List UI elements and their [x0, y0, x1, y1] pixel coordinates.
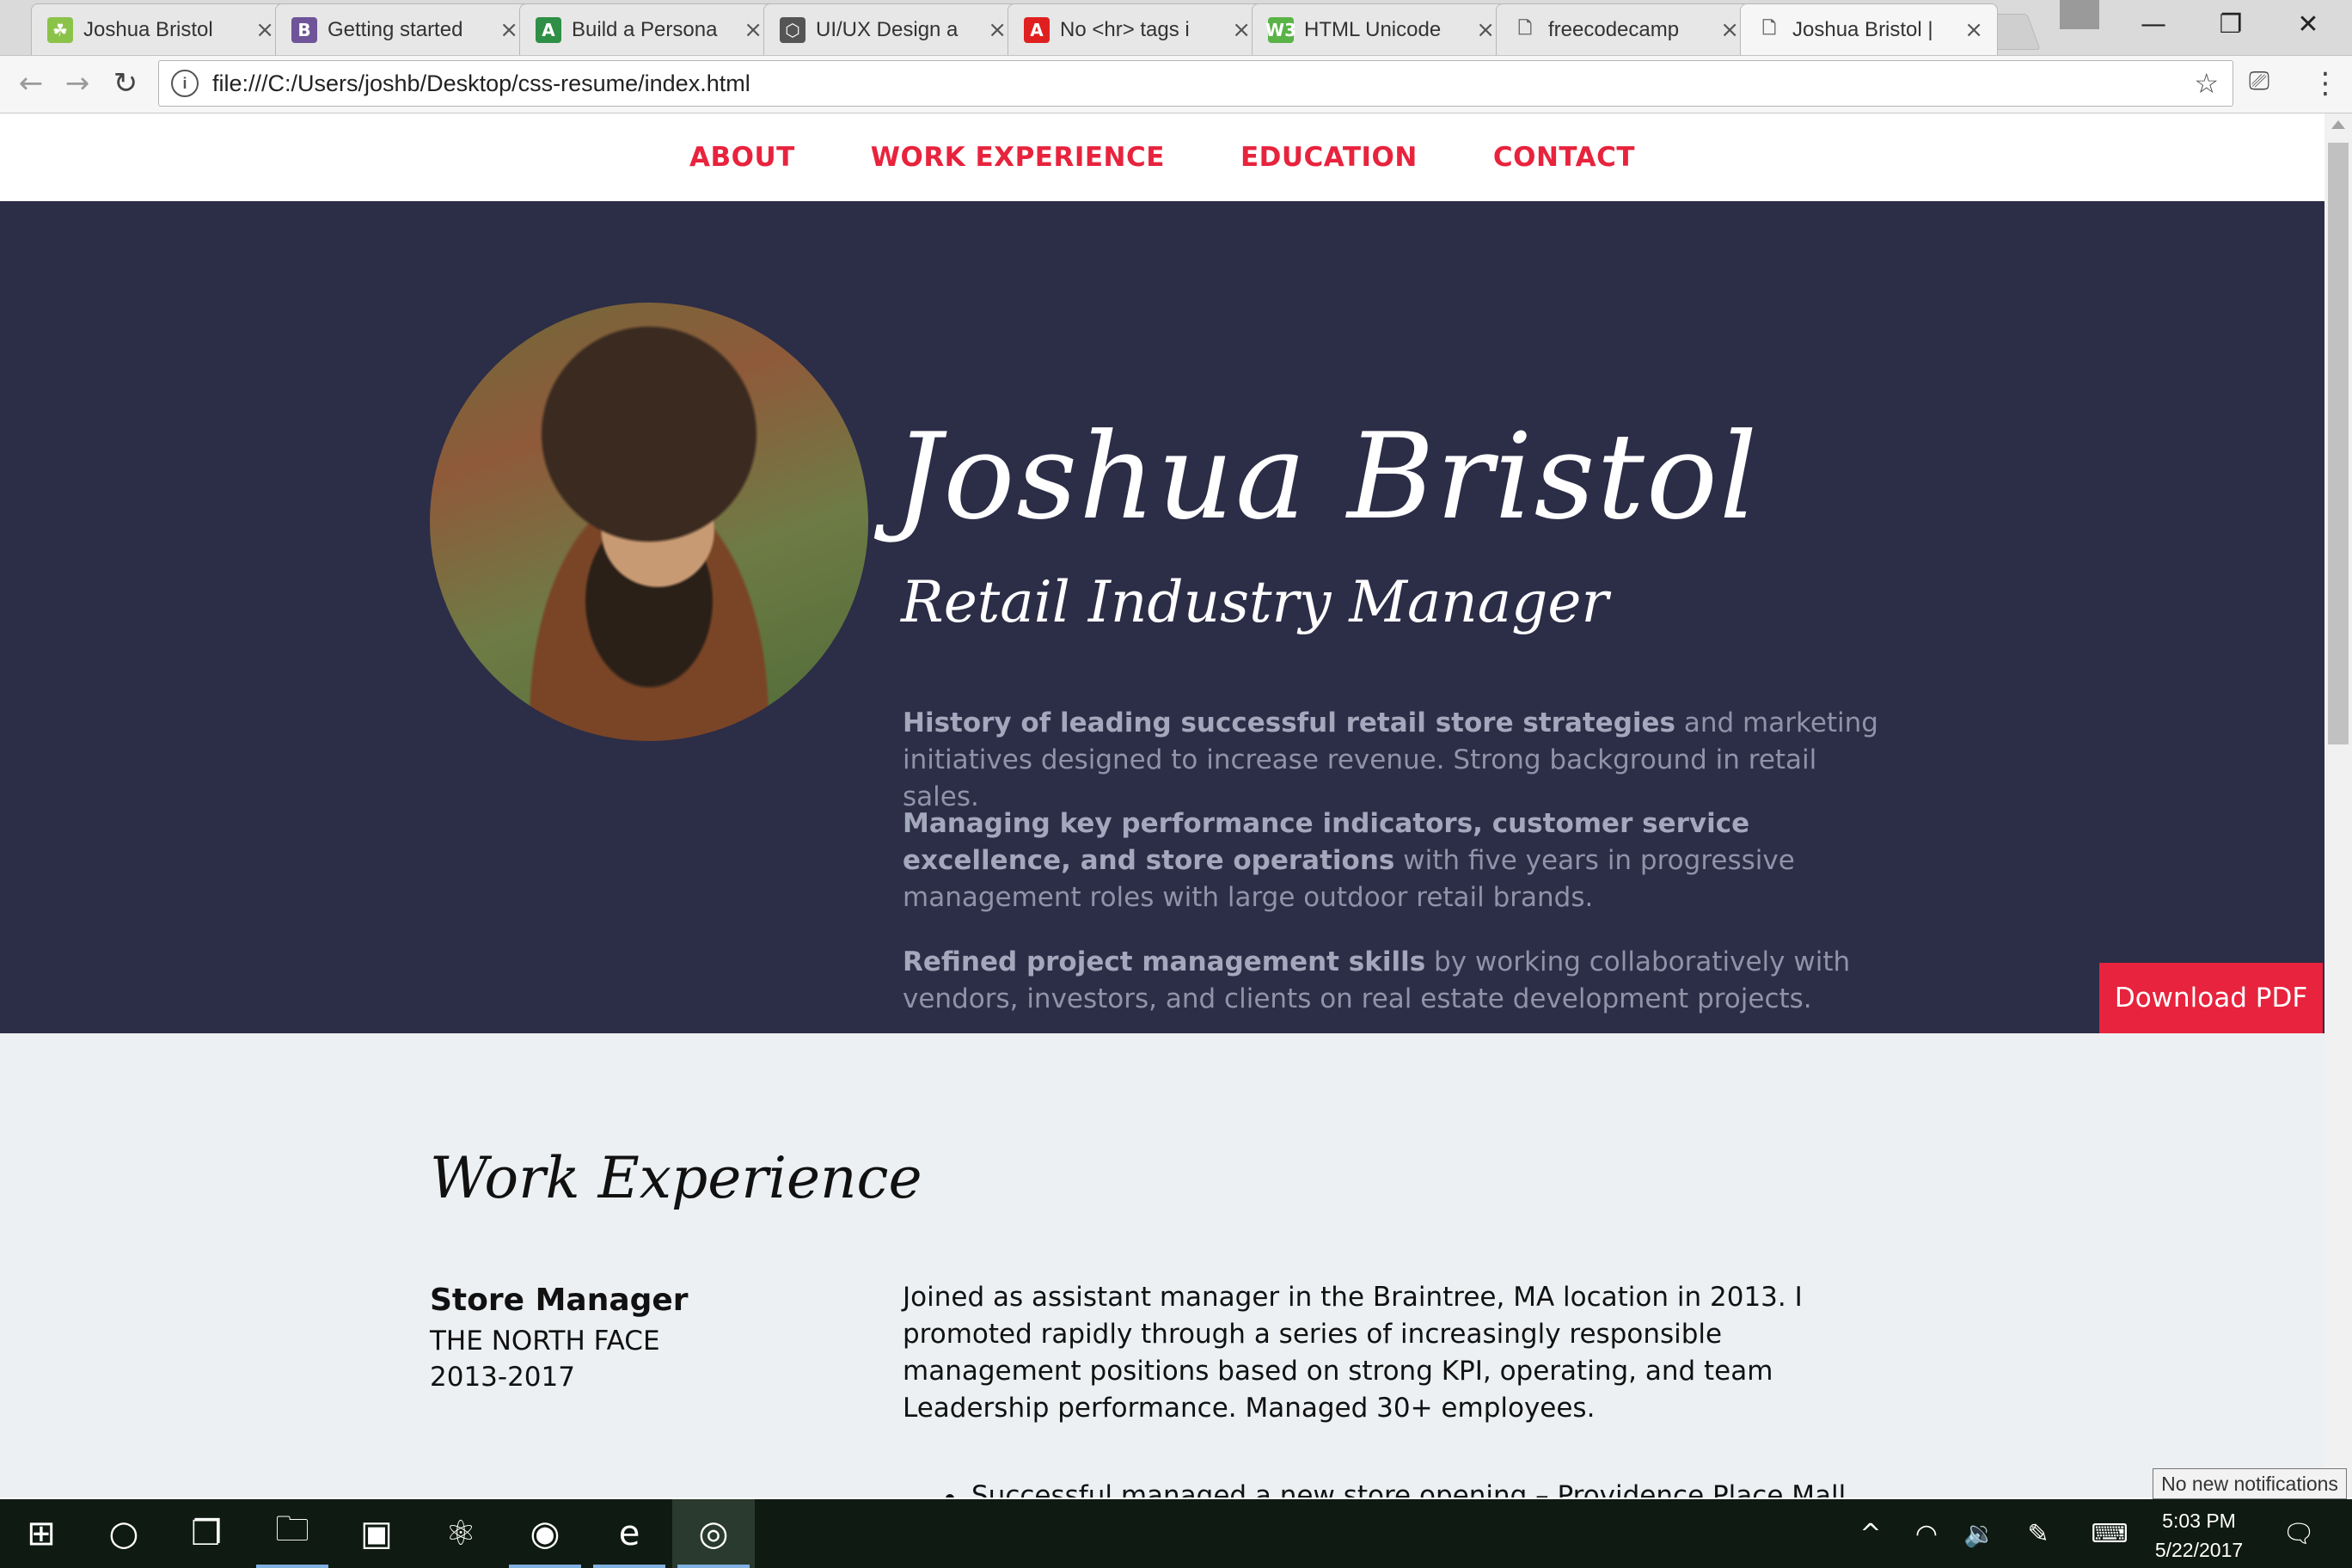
browser-tab[interactable]: ☘ Joshua Bristol ×	[31, 3, 289, 55]
pen-workspace-icon[interactable]: ✎	[2018, 1499, 2058, 1568]
hero-section: Joshua Bristol Retail Industry Manager H…	[0, 201, 2324, 1033]
file-explorer-icon[interactable]: 🗀	[251, 1499, 334, 1568]
browser-tab[interactable]: A No <hr> tags i ×	[1008, 3, 1265, 55]
edge-icon[interactable]: e	[588, 1499, 671, 1568]
action-center-icon[interactable]: 🗨	[2273, 1499, 2324, 1568]
page-icon: 🗋	[1517, 16, 1533, 38]
tab-close-icon[interactable]: ×	[1964, 17, 1983, 43]
show-hidden-icons-icon[interactable]: ^	[1853, 1499, 1888, 1568]
wifi-icon[interactable]: ◠	[1907, 1499, 1946, 1568]
page-viewport: ABOUT WORK EXPERIENCE EDUCATION CONTACT …	[0, 113, 2324, 1498]
tab-title: Joshua Bristol	[83, 17, 213, 41]
clock-time: 5:03 PM	[2162, 1510, 2236, 1532]
task-view-icon[interactable]: ❐	[165, 1499, 248, 1568]
tab-close-icon[interactable]: ×	[1232, 17, 1251, 43]
download-pdf-button[interactable]: Download PDF	[2099, 963, 2323, 1033]
tab-title: Build a Persona	[572, 17, 718, 41]
bio-highlight: Refined project management skills	[903, 946, 1426, 977]
nav-contact[interactable]: CONTACT	[1493, 142, 1635, 173]
tab-title: freecodecamp	[1548, 17, 1680, 41]
profile-button[interactable]	[2060, 0, 2099, 29]
bookmark-star-icon[interactable]: ☆	[2194, 67, 2219, 100]
firefox-icon[interactable]: ◉	[504, 1499, 586, 1568]
browser-tab[interactable]: B Getting started ×	[275, 3, 533, 55]
tab-title: UI/UX Design a	[816, 17, 959, 41]
job-description: Joined as assistant manager in the Brain…	[903, 1282, 1803, 1424]
clock-date: 5/22/2017	[2154, 1539, 2244, 1561]
work-heading: Work Experience	[430, 1145, 922, 1211]
tab-close-icon[interactable]: ×	[499, 17, 518, 43]
cortana-icon[interactable]: ○	[83, 1499, 165, 1568]
browser-tab[interactable]: A Build a Persona ×	[519, 3, 777, 55]
tab-close-icon[interactable]: ×	[988, 17, 1007, 43]
maximize-button[interactable]: ❐	[2192, 0, 2269, 48]
work-experience-section: Work Experience Store Manager THE NORTH …	[0, 1033, 2324, 1498]
bio-paragraph: Refined project management skills by wor…	[903, 944, 1900, 1018]
bio-highlight: History of leading successful retail sto…	[903, 707, 1675, 738]
tab-title: Getting started	[328, 17, 463, 41]
tab-close-icon[interactable]: ×	[1476, 17, 1495, 43]
browser-tab[interactable]: 🗋 Joshua Bristol | ×	[1740, 3, 1998, 55]
codepen-icon: ⬡	[780, 16, 805, 43]
tab-title: No <hr> tags i	[1060, 17, 1190, 41]
android-icon: ☘	[47, 16, 73, 43]
job-title: Store Manager	[430, 1283, 689, 1318]
app-icon[interactable]: ▣	[335, 1499, 418, 1568]
job-years: 2013-2017	[430, 1362, 575, 1393]
scrollbar-thumb[interactable]	[2328, 143, 2349, 744]
hero-headline: Retail Industry Manager	[901, 569, 1609, 635]
browser-menu-icon[interactable]: ⋮	[2311, 66, 2340, 101]
cast-icon[interactable]: ⎚	[2249, 66, 2287, 101]
tab-close-icon[interactable]: ×	[255, 17, 274, 43]
page-icon: 🗋	[1761, 16, 1777, 38]
touch-keyboard-icon[interactable]: ⌨	[2084, 1499, 2135, 1568]
atom-icon[interactable]: ⚛	[420, 1499, 502, 1568]
codepen-green-icon: A	[536, 16, 561, 43]
tab-close-icon[interactable]: ×	[744, 17, 763, 43]
nav-about[interactable]: ABOUT	[689, 142, 795, 173]
job-bullet-item: Successful managed a new store opening –…	[945, 1480, 1846, 1498]
windows-taskbar: ⊞ ○ ❐ 🗀 ▣ ⚛ ◉ e ◎ ^ ◠ 🔉 ✎ ⌨ 5:03 PM 5/22/2017 🗨	[0, 1499, 2352, 1568]
address-bar[interactable]: i file:///C:/Users/joshb/Desktop/css-res…	[158, 60, 2233, 107]
hero-name: Joshua Bristol	[894, 407, 1760, 546]
back-button[interactable]: ←	[12, 64, 50, 102]
tab-strip: ☘ Joshua Bristol × B Getting started × A Build …	[0, 0, 2352, 56]
browser-toolbar: ← → ↻ i file:///C:/Users/joshb/Desktop/c…	[0, 56, 2352, 113]
profile-photo	[430, 303, 868, 741]
browser-tab[interactable]: ⬡ UI/UX Design a ×	[763, 3, 1021, 55]
info-icon[interactable]: i	[171, 70, 199, 97]
tab-close-icon[interactable]: ×	[1720, 17, 1739, 43]
bio-paragraph: Managing key performance indicators, cus…	[903, 805, 1900, 916]
url-text[interactable]: file:///C:/Users/joshb/Desktop/css-resum…	[212, 70, 750, 97]
close-window-button[interactable]: ✕	[2269, 0, 2347, 48]
site-nav: ABOUT WORK EXPERIENCE EDUCATION CONTACT	[0, 113, 2324, 201]
nav-education[interactable]: EDUCATION	[1240, 142, 1418, 173]
bootstrap-icon: B	[291, 16, 317, 43]
tab-title: Joshua Bristol |	[1792, 17, 1933, 41]
taskbar-clock[interactable]: 5:03 PM 5/22/2017	[2139, 1506, 2259, 1565]
bio-paragraph: History of leading successful retail sto…	[903, 705, 1900, 816]
browser-tab[interactable]: 🗋 freecodecamp ×	[1496, 3, 1754, 55]
start-icon[interactable]: ⊞	[0, 1499, 83, 1568]
nav-work-experience[interactable]: WORK EXPERIENCE	[871, 142, 1165, 173]
volume-icon[interactable]: 🔉	[1960, 1499, 2000, 1568]
job-company: THE NORTH FACE	[430, 1326, 660, 1357]
browser-tab[interactable]: W3 HTML Unicode ×	[1252, 3, 1510, 55]
scroll-up-arrow-icon[interactable]	[2331, 120, 2345, 129]
minimize-button[interactable]: —	[2115, 0, 2192, 48]
notification-tooltip: No new notifications	[2153, 1468, 2347, 1499]
reload-button[interactable]: ↻	[107, 64, 144, 102]
tab-title: HTML Unicode	[1304, 17, 1442, 41]
unicode-icon: W3	[1265, 16, 1296, 43]
forward-button[interactable]: →	[58, 64, 96, 102]
adobe-icon: A	[1024, 16, 1050, 43]
chrome-icon[interactable]: ◎	[672, 1499, 755, 1568]
